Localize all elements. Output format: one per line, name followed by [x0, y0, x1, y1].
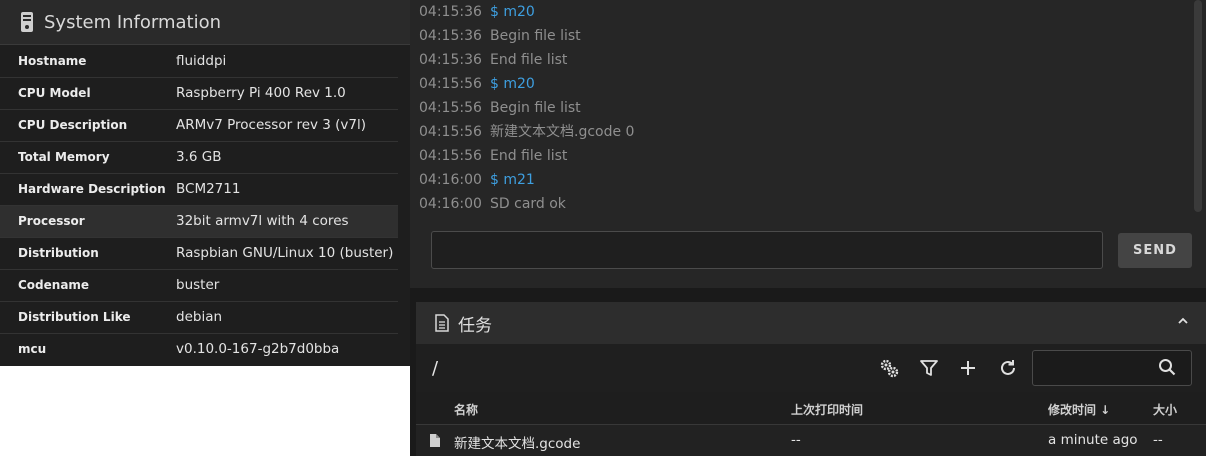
log-message: End file list: [490, 148, 568, 164]
log-time: 04:15:56: [419, 148, 482, 164]
log-message: 新建文本文档.gcode 0: [490, 124, 635, 140]
log-time: 04:15:36: [419, 28, 482, 44]
sys-key: Codename: [18, 278, 90, 292]
log-entry: 04:15:36 End file list: [419, 50, 567, 70]
send-button[interactable]: SEND: [1118, 233, 1192, 268]
log-message: Begin file list: [490, 100, 581, 116]
system-info-table: Hostname fluiddpi CPU Model Raspberry Pi 4…: [0, 45, 398, 365]
log-message: Begin file list: [490, 28, 581, 44]
file-icon: [430, 434, 440, 447]
log-time: 04:16:00: [419, 172, 482, 188]
sys-value: Raspberry Pi 400 Rev 1.0: [176, 85, 346, 101]
column-modified-header[interactable]: 修改时间 ↓: [1048, 401, 1110, 418]
sys-value: 32bit armv7l with 4 cores: [176, 213, 349, 229]
sys-value: buster: [176, 277, 220, 293]
console-area: 04:15:36 $ m20 04:15:36 Begin file list 04…: [410, 0, 1206, 456]
jobs-panel: 任务 / 名称 上次打印时间 修改时间 ↓ 大小 新建文本文档.gcode --…: [416, 302, 1206, 456]
filter-icon[interactable]: [918, 357, 940, 379]
file-name: 新建文本文档.gcode: [454, 436, 581, 452]
column-name-header[interactable]: 名称: [454, 401, 478, 418]
sys-row-total-memory: Total Memory 3.6 GB: [0, 141, 398, 173]
log-time: 04:15:36: [419, 4, 482, 20]
add-icon[interactable]: [957, 357, 979, 379]
log-entry: 04:15:56 End file list: [419, 146, 567, 166]
console-scrollbar[interactable]: [1194, 0, 1202, 212]
sys-key: mcu: [18, 342, 47, 357]
sys-row-mcu: mcu v0.10.0-167-g2b7d0bba: [0, 333, 398, 365]
sys-value: 3.6 GB: [176, 149, 222, 165]
sys-row-hardware-description: Hardware Description BCM2711: [0, 173, 398, 205]
search-icon[interactable]: [1158, 358, 1176, 376]
refresh-icon[interactable]: [997, 357, 1019, 379]
raspberry-pi-device-icon: [21, 12, 33, 32]
jobs-header: 任务: [416, 302, 1206, 344]
log-entry: 04:15:56 $ m20: [419, 74, 535, 94]
sys-key: Processor: [18, 214, 85, 228]
console-command-input[interactable]: [431, 231, 1103, 269]
log-time: 04:16:00: [419, 196, 482, 212]
log-entry: 04:15:56 Begin file list: [419, 98, 581, 118]
gears-settings-icon[interactable]: [878, 357, 900, 379]
log-message: End file list: [490, 52, 568, 68]
log-message: SD card ok: [490, 196, 566, 212]
file-size: --: [1153, 432, 1163, 448]
chevron-up-icon[interactable]: [1176, 314, 1190, 328]
sys-value: debian: [176, 309, 223, 325]
sys-row-processor: Processor 32bit armv7l with 4 cores: [0, 205, 398, 237]
sys-key: CPU Description: [18, 118, 128, 132]
jobs-title: 任务: [458, 315, 492, 336]
column-last-printed-header[interactable]: 上次打印时间: [791, 401, 863, 418]
sys-key: Distribution Like: [18, 310, 131, 324]
log-time: 04:15:56: [419, 76, 482, 92]
sys-key: CPU Model: [18, 86, 91, 100]
log-entry: 04:15:36 $ m20: [419, 2, 535, 22]
sys-key: Hostname: [18, 53, 87, 68]
table-row[interactable]: 新建文本文档.gcode -- a minute ago --: [416, 425, 1206, 456]
sys-key: Distribution: [18, 246, 99, 260]
sys-value: v0.10.0-167-g2b7d0bba: [176, 341, 340, 358]
sys-value: Raspbian GNU/Linux 10 (buster): [176, 245, 394, 261]
log-entry: 04:16:00 $ m21: [419, 170, 535, 190]
console-log-panel[interactable]: 04:15:36 $ m20 04:15:36 Begin file list 04…: [410, 0, 1206, 288]
log-time: 04:15:56: [419, 124, 482, 140]
sys-value: ARMv7 Processor rev 3 (v7l): [176, 117, 367, 133]
sys-row-cpu-model: CPU Model Raspberry Pi 400 Rev 1.0: [0, 77, 398, 109]
system-information-title: System Information: [44, 11, 222, 33]
log-time: 04:15:36: [419, 52, 482, 68]
sys-row-hostname: Hostname fluiddpi: [0, 45, 398, 77]
sys-row-cpu-description: CPU Description ARMv7 Processor rev 3 (v7…: [0, 109, 398, 141]
log-entry: 04:15:56 新建文本文档.gcode 0: [419, 122, 634, 142]
sys-key: Hardware Description: [18, 182, 166, 196]
log-message: $ m20: [490, 76, 535, 92]
log-time: 04:15:56: [419, 100, 482, 116]
current-path: /: [432, 358, 439, 379]
sys-value: fluiddpi: [176, 52, 227, 69]
sys-value: BCM2711: [176, 181, 241, 197]
system-information-header: System Information: [0, 0, 410, 45]
jobs-toolbar: /: [416, 344, 1206, 392]
log-entry: 04:16:00 SD card ok: [419, 194, 566, 214]
sys-row-distribution: Distribution Raspbian GNU/Linux 10 (buste…: [0, 237, 398, 269]
file-table-header: 名称 上次打印时间 修改时间 ↓ 大小: [416, 392, 1206, 425]
log-message: $ m20: [490, 4, 535, 20]
sys-row-distribution-like: Distribution Like debian: [0, 301, 398, 333]
sys-key: Total Memory: [18, 150, 110, 164]
sys-row-codename: Codename buster: [0, 269, 398, 301]
column-size-header[interactable]: 大小: [1153, 401, 1177, 418]
log-entry: 04:15:36 Begin file list: [419, 26, 581, 46]
file-last-printed: --: [791, 432, 801, 448]
system-information-panel: System Information Hostname fluiddpi CPU …: [0, 0, 410, 366]
file-modified: a minute ago: [1048, 432, 1138, 448]
log-message: $ m21: [490, 172, 535, 188]
file-document-icon: [435, 314, 449, 332]
